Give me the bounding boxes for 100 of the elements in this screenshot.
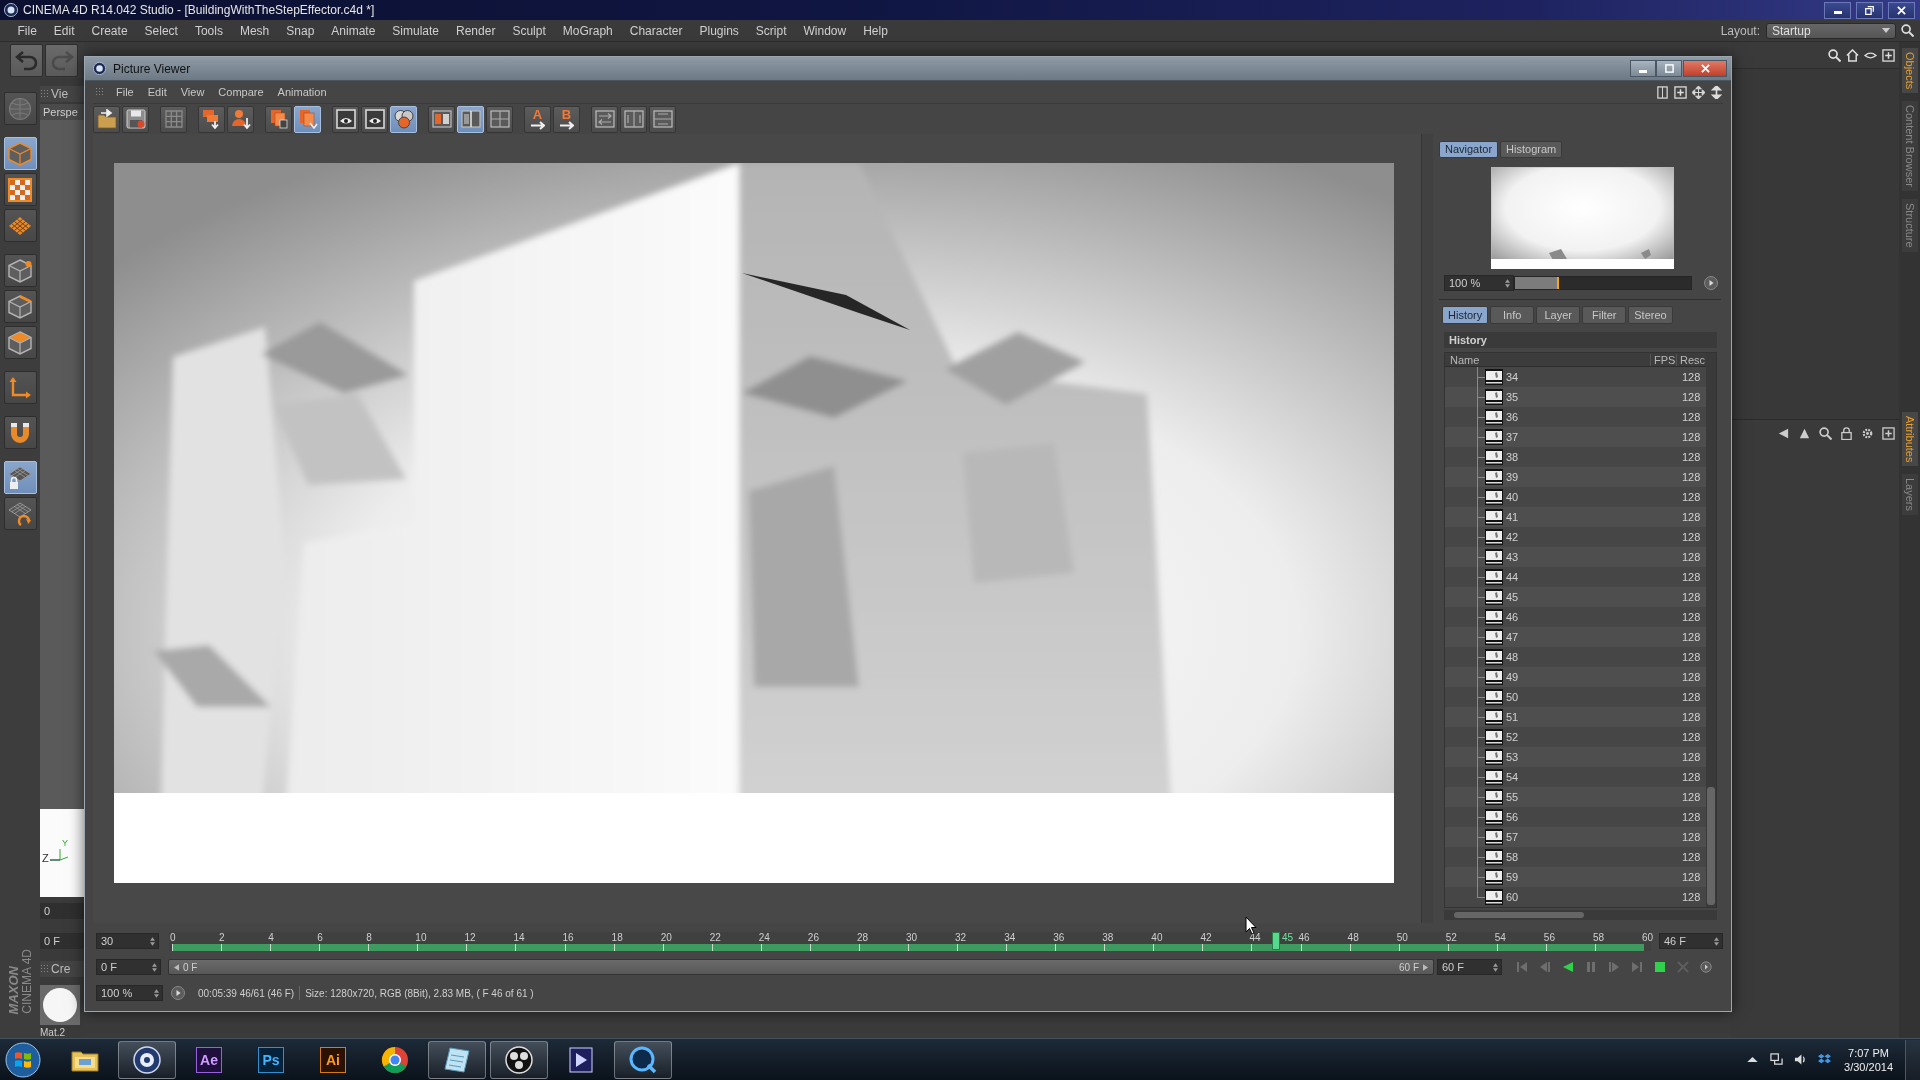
history-row[interactable]: 39 128 [1445,467,1706,487]
taskbar-app-button[interactable]: Ai [304,1040,362,1079]
scrollbar-thumb[interactable] [1707,787,1715,905]
horizontal-scrollbar[interactable] [1444,910,1717,920]
tool-button[interactable] [3,497,37,530]
zoom-slider-fill[interactable] [1515,277,1559,289]
fps-field[interactable]: 30 [96,933,159,949]
search-icon[interactable] [1901,24,1914,37]
layout-dropdown[interactable]: Startup [1766,22,1896,39]
menu-item[interactable]: Mesh [231,23,278,38]
panel-tab[interactable]: Histogram [1500,141,1563,158]
spinner-arrows-icon[interactable] [1505,278,1510,288]
menu-item[interactable]: Select [136,23,187,38]
history-tool-button[interactable] [10,43,43,77]
taskbar-app-button[interactable] [118,1040,176,1079]
menu-item[interactable]: Sculpt [503,23,555,38]
frame-field[interactable]: 0 [40,903,84,919]
menu-item[interactable]: Snap [277,23,323,38]
minimize-button[interactable] [1824,1,1851,19]
frame-field[interactable]: 0 F [40,933,84,949]
grip-handle[interactable] [40,89,48,99]
toolbar-button[interactable] [332,105,359,133]
menu-item[interactable]: Script [747,23,795,38]
play-circle-icon[interactable] [171,986,185,1000]
tool-button[interactable] [3,461,37,494]
panel-tab[interactable]: Layer [1536,306,1581,324]
side-tab[interactable]: Structure [1901,199,1918,252]
add-panel-icon[interactable] [1882,48,1895,62]
spinner-arrows-icon[interactable] [150,936,155,946]
back-arrow-icon[interactable] [1777,426,1790,440]
tool-button[interactable] [3,254,37,287]
menu-item[interactable]: MoGraph [554,23,622,38]
menu-item[interactable]: View [173,86,212,98]
toolbar-button[interactable] [457,105,484,133]
side-tab[interactable]: Content Browser [1901,101,1918,192]
column-header[interactable]: FPS [1651,353,1677,366]
play-circle-icon[interactable] [1704,276,1718,290]
left-arrow-icon[interactable] [174,963,179,971]
toolbar-button[interactable] [198,105,225,133]
settings-icon[interactable] [1861,426,1874,440]
playhead-marker[interactable] [1272,931,1280,950]
history-row[interactable]: 45 128 [1445,587,1706,607]
menu-item[interactable]: Simulate [383,23,448,38]
menu-item[interactable]: Window [795,23,855,38]
toolbar-button[interactable] [591,105,618,133]
toolbar-button[interactable] [390,105,417,133]
move-icon[interactable] [1692,85,1705,99]
up-down-arrow-icon[interactable] [1710,85,1723,99]
taskbar-app-button[interactable]: Ae [180,1040,238,1079]
history-row[interactable]: 55 128 [1445,787,1706,807]
side-tab[interactable]: Attributes [1901,411,1918,467]
toolbar-button[interactable] [294,105,321,133]
zoom-field[interactable]: 100 % [1444,275,1514,291]
tool-button[interactable] [3,290,37,323]
menu-item[interactable]: Edit [45,23,84,38]
vertical-scrollbar[interactable] [1706,353,1716,907]
frame-range-bar[interactable]: 0 F 60 F [168,959,1434,975]
network-icon[interactable] [1770,1053,1784,1066]
menu-item[interactable]: File [9,23,46,38]
material-ball-icon[interactable] [40,985,80,1025]
column-header[interactable]: Resc [1677,353,1706,366]
lock-icon[interactable] [1840,426,1853,440]
grip-handle[interactable] [40,964,48,974]
end-frame-field[interactable]: 60 F [1437,959,1502,975]
tool-button[interactable] [3,173,37,206]
panel-tab[interactable]: Navigator [1439,141,1499,158]
search-icon[interactable] [1828,48,1841,62]
tool-button[interactable] [3,371,37,404]
menu-item[interactable]: Tools [186,23,232,38]
panel-tab[interactable]: Filter [1582,306,1627,324]
menu-item[interactable]: File [109,86,141,98]
current-frame-field[interactable]: 46 F [1659,933,1723,949]
toolbar-button[interactable] [265,105,292,133]
history-row[interactable]: 37 128 [1445,427,1706,447]
tool-button[interactable] [3,326,37,359]
add-panel-icon[interactable] [1882,426,1895,440]
history-row[interactable]: 59 128 [1445,867,1706,887]
toolbar-button[interactable] [649,105,676,133]
close-button[interactable] [1888,1,1915,19]
spinner-arrows-icon[interactable] [1714,936,1719,946]
zoom-field[interactable]: 100 % [96,985,163,1001]
menu-item[interactable]: Character [621,23,691,38]
history-row[interactable]: 35 128 [1445,387,1706,407]
panel-tab[interactable]: Info [1490,306,1535,324]
playback-button[interactable] [1562,961,1574,973]
taskbar-app-button[interactable] [428,1040,486,1079]
taskbar-app-button[interactable] [490,1040,548,1079]
menu-item[interactable]: Create [83,23,137,38]
toolbar-button[interactable] [361,105,388,133]
toolbar-button[interactable] [620,105,647,133]
history-row[interactable]: 53 128 [1445,747,1706,767]
menu-item[interactable]: Compare [211,86,271,98]
menu-item[interactable]: Help [854,23,897,38]
menu-item[interactable]: Edit [140,86,174,98]
menu-item[interactable]: Plugins [690,23,748,38]
history-row[interactable]: 43 128 [1445,547,1706,567]
spinner-arrows-icon[interactable] [1493,962,1498,972]
start-frame-field[interactable]: 0 F [96,959,161,975]
tool-button[interactable] [3,416,37,449]
menu-item[interactable]: Render [447,23,504,38]
